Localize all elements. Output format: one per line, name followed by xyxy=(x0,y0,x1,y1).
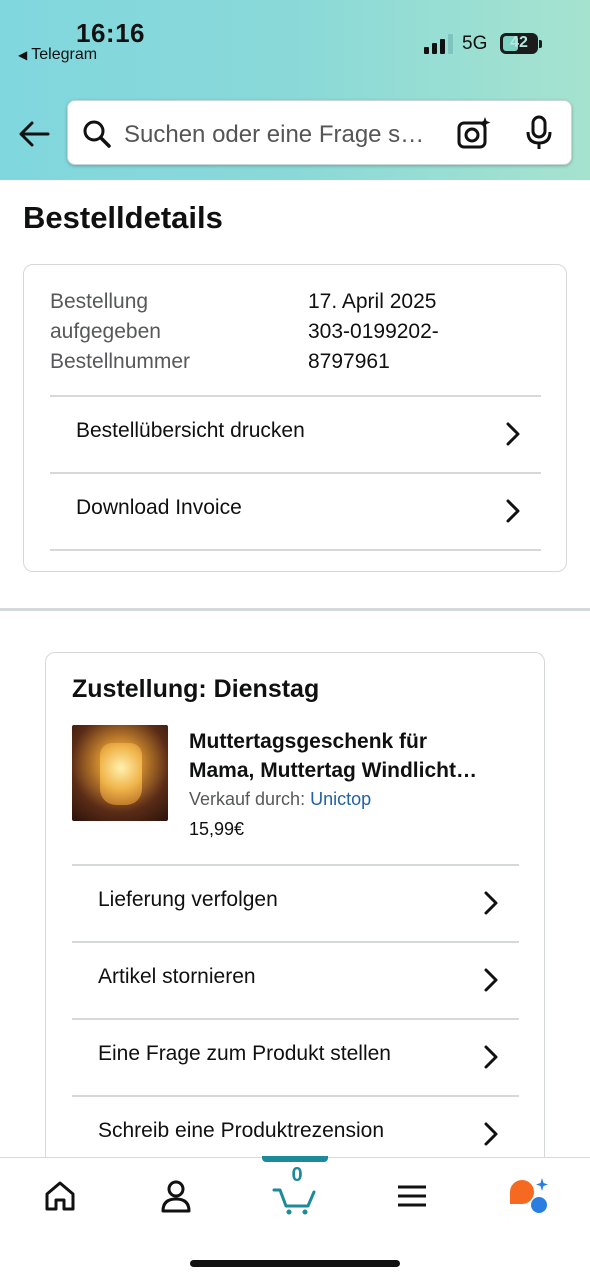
battery-cap xyxy=(539,40,542,48)
home-indicator xyxy=(190,1260,400,1267)
order-info-card: Bestellung aufgegeben Bestellnummer 17. … xyxy=(23,264,567,572)
battery-icon: 42 xyxy=(500,33,538,54)
seller-link[interactable]: Unictop xyxy=(310,789,371,809)
battery-level: 42 xyxy=(510,34,528,51)
back-to-app-link[interactable]: ◀ Telegram xyxy=(18,46,97,64)
rufus-assistant-icon[interactable] xyxy=(506,1176,552,1216)
section-divider xyxy=(0,608,590,611)
cart-count: 0 xyxy=(291,1164,303,1186)
chevron-right-icon xyxy=(506,499,520,523)
product-image[interactable] xyxy=(72,725,168,821)
row-label: Bestellübersicht drucken xyxy=(76,419,305,442)
camera-search-icon[interactable] xyxy=(456,116,492,150)
row-label: Lieferung verfolgen xyxy=(98,888,278,911)
track-package-row[interactable]: Lieferung verfolgen xyxy=(72,864,519,942)
menu-icon[interactable] xyxy=(392,1176,432,1216)
home-icon[interactable] xyxy=(40,1176,80,1216)
account-icon[interactable] xyxy=(156,1176,196,1216)
print-order-summary-row[interactable]: Bestellübersicht drucken xyxy=(50,395,541,473)
network-type: 5G xyxy=(462,33,488,54)
back-triangle-icon: ◀ xyxy=(18,48,28,62)
download-invoice-row[interactable]: Download Invoice xyxy=(50,472,541,550)
cancel-item-row[interactable]: Artikel stornieren xyxy=(72,941,519,1019)
row-label: Artikel stornieren xyxy=(98,965,256,988)
back-arrow-icon[interactable] xyxy=(16,114,52,154)
row-label: Eine Frage zum Produkt stellen xyxy=(98,1042,391,1065)
page-title: Bestelldetails xyxy=(23,200,223,235)
row-divider xyxy=(50,549,541,551)
back-app-label: Telegram xyxy=(31,46,98,63)
product-title[interactable]: Muttertagsgeschenk für Mama, Muttertag W… xyxy=(189,727,519,785)
ask-product-question-row[interactable]: Eine Frage zum Produkt stellen xyxy=(72,1018,519,1096)
row-label: Schreib eine Produktrezension xyxy=(98,1119,385,1142)
search-input[interactable]: Suchen oder eine Frage s… xyxy=(124,121,444,149)
cart-active-indicator xyxy=(262,1156,328,1162)
header-bar: 16:16 ◀ Telegram 5G 42 Suchen oder eine F… xyxy=(0,0,590,180)
order-info-labels: Bestellung aufgegeben Bestellnummer xyxy=(50,290,191,373)
delivery-title: Zustellung: Dienstag xyxy=(72,675,320,703)
product-price: 15,99€ xyxy=(189,819,245,839)
chevron-right-icon xyxy=(484,968,498,992)
chevron-right-icon xyxy=(484,1045,498,1069)
chevron-right-icon xyxy=(484,891,498,915)
search-icon xyxy=(83,120,111,148)
status-time: 16:16 xyxy=(76,18,145,48)
chevron-right-icon xyxy=(506,422,520,446)
chevron-right-icon xyxy=(484,1122,498,1146)
signal-icon xyxy=(424,34,454,54)
order-info-values: 17. April 2025 303-0199202- 8797961 xyxy=(308,290,439,373)
microphone-icon[interactable] xyxy=(524,115,554,151)
seller-info: Verkauf durch: Unictop xyxy=(189,789,372,809)
row-label: Download Invoice xyxy=(76,496,242,519)
search-bar[interactable]: Suchen oder eine Frage s… xyxy=(67,100,572,165)
delivery-card: Zustellung: Dienstag Muttertagsgeschenk … xyxy=(45,652,545,1212)
